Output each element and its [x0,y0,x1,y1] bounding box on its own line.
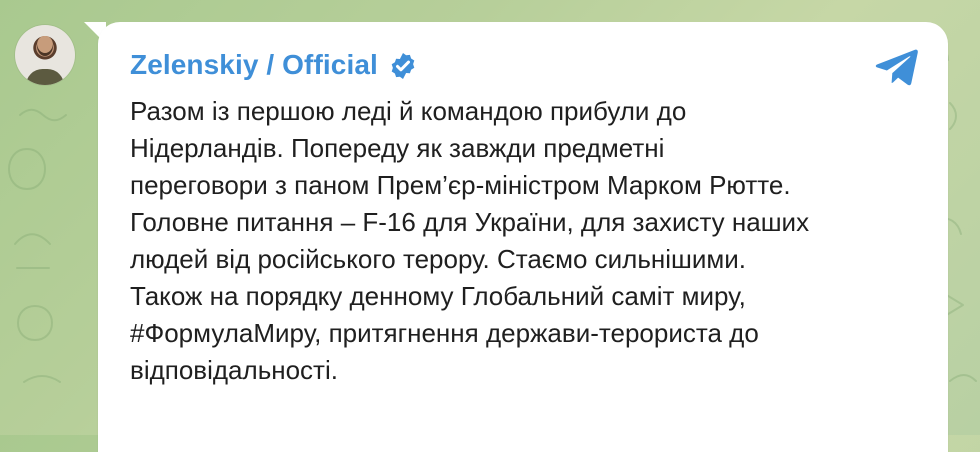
channel-name[interactable]: Zelenskiy / Official [130,49,378,81]
avatar-body-shape [26,69,64,85]
message-header: Zelenskiy / Official [130,48,914,82]
verified-icon [388,51,418,81]
telegram-icon[interactable] [874,46,920,86]
message-text: Разом із першою леді й командою прибули … [130,96,810,385]
message-bubble: Zelenskiy / Official Разом із першою лед… [98,22,948,452]
avatar-head-shape [37,36,53,56]
channel-avatar[interactable] [15,25,75,85]
